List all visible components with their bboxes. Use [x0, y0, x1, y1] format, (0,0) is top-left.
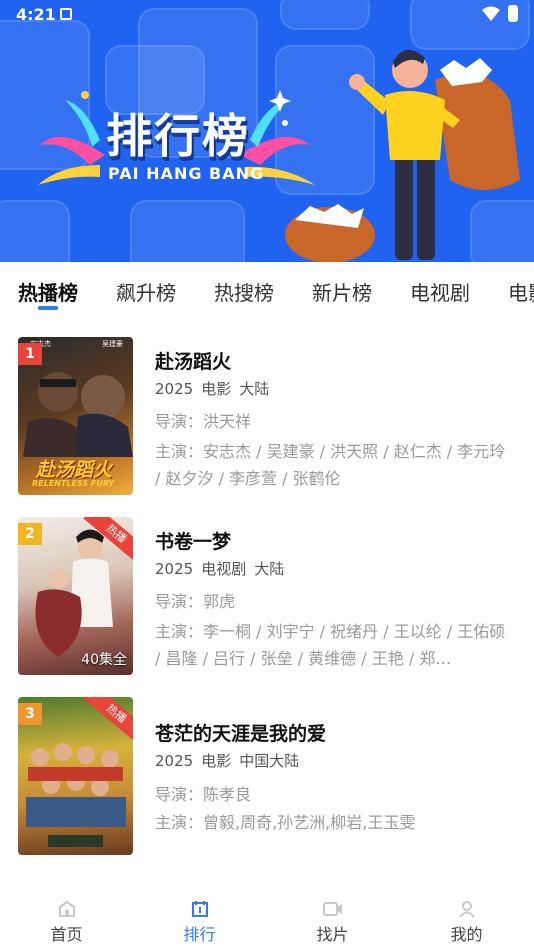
item-director: 导演：陈孝良 — [155, 785, 252, 804]
item-title: 书卷一梦 — [155, 531, 232, 553]
character-illustration — [285, 49, 520, 262]
ranking-icon — [191, 901, 208, 917]
list-item[interactable]: 热播 3 苍茫的天涯是我的爱 2025 电影 中国大陆 导演：陈孝良 主演：曾毅,周… — [0, 697, 534, 857]
item-meta: 2025 电影 中国大陆 — [155, 750, 307, 771]
list-item[interactable]: 安志杰 吴建豪 赴汤蹈火 RELENTLESS FURY 1 赴汤蹈火 2025… — [0, 337, 534, 497]
tab-new-release[interactable]: 新片榜 — [312, 277, 372, 306]
item-year: 2025 — [155, 380, 194, 398]
item-region: 大陆 — [239, 380, 270, 398]
item-meta: 2025 电视剧 大陆 — [155, 558, 292, 579]
bottom-navigation: 首页 排行 找片 我的 — [0, 890, 534, 950]
nav-home[interactable]: 首页 — [0, 890, 133, 950]
item-year: 2025 — [155, 752, 194, 770]
tab-movie[interactable]: 电影 — [508, 277, 534, 306]
item-title: 赴汤蹈火 — [155, 351, 232, 373]
nav-find-video[interactable]: 找片 — [266, 890, 399, 950]
poster-image: 热播 3 — [18, 697, 133, 855]
nav-label: 首页 — [50, 925, 83, 944]
notification-app-icon — [60, 8, 72, 20]
item-title: 苍茫的天涯是我的爱 — [155, 723, 327, 745]
wifi-icon — [482, 6, 500, 21]
user-icon — [458, 901, 475, 918]
tab-hot-search[interactable]: 热搜榜 — [214, 277, 274, 306]
active-tab-indicator — [38, 306, 58, 310]
banner-title: 排行榜 — [106, 109, 250, 163]
poster-image: 40集全 热播 2 — [18, 517, 133, 675]
banner-subtitle: PAI HANG BANG — [108, 164, 265, 183]
nav-profile[interactable]: 我的 — [400, 890, 533, 950]
poster-title: 赴汤蹈火 — [36, 459, 113, 481]
tab-hot-play[interactable]: 热播榜 — [18, 277, 78, 306]
item-cast: 主演：李一桐 / 刘宇宁 / 祝绪丹 / 王以纶 / 王佑硕 / 昌隆 / 吕行… — [155, 622, 506, 668]
episode-count: 40集全 — [81, 652, 127, 668]
item-cast: 主演：安志杰 / 吴建豪 / 洪天照 / 赵仁杰 / 李元玲 / 赵夕汐 / 李… — [155, 442, 506, 488]
rank-badge: 3 — [18, 703, 42, 725]
nav-label: 找片 — [316, 925, 349, 944]
item-type: 电视剧 — [201, 560, 247, 578]
nav-ranking[interactable]: 排行 — [133, 890, 266, 950]
item-cast: 主演：曾毅,周奇,孙艺洲,柳岩,王玉雯 — [155, 813, 416, 832]
item-region: 中国大陆 — [239, 752, 300, 770]
item-type: 电影 — [201, 380, 232, 398]
poster-cast-label: 吴建豪 — [102, 340, 123, 348]
tab-tv-series[interactable]: 电视剧 — [410, 277, 470, 306]
item-meta: 2025 电影 大陆 — [155, 378, 277, 399]
item-type: 电影 — [201, 752, 232, 770]
nav-label: 排行 — [183, 925, 216, 944]
list-item[interactable]: 40集全 热播 2 书卷一梦 2025 电视剧 大陆 导演：郭虎 主演：李一桐 / … — [0, 517, 534, 677]
ranking-tabs: 热播榜 飙升榜 热搜榜 新片榜 电视剧 电影 — [0, 262, 534, 320]
item-region: 大陆 — [254, 560, 285, 578]
tab-rising[interactable]: 飙升榜 — [116, 277, 176, 306]
home-icon — [58, 901, 75, 917]
item-year: 2025 — [155, 560, 194, 578]
ranking-banner: 4:21 排行榜 PAI HANG BANG — [0, 0, 534, 262]
item-director: 导演：郭虎 — [155, 592, 236, 611]
video-camera-icon — [322, 902, 342, 916]
battery-icon — [508, 5, 518, 22]
nav-label: 我的 — [450, 925, 483, 944]
rank-badge: 1 — [18, 343, 42, 365]
item-director: 导演：洪天祥 — [155, 412, 252, 431]
poster-subtitle: RELENTLESS FURY — [32, 479, 115, 488]
status-time: 4:21 — [16, 5, 56, 24]
poster-image: 安志杰 吴建豪 赴汤蹈火 RELENTLESS FURY 1 — [18, 337, 133, 495]
rank-badge: 2 — [18, 523, 42, 545]
status-bar: 4:21 — [0, 0, 534, 30]
